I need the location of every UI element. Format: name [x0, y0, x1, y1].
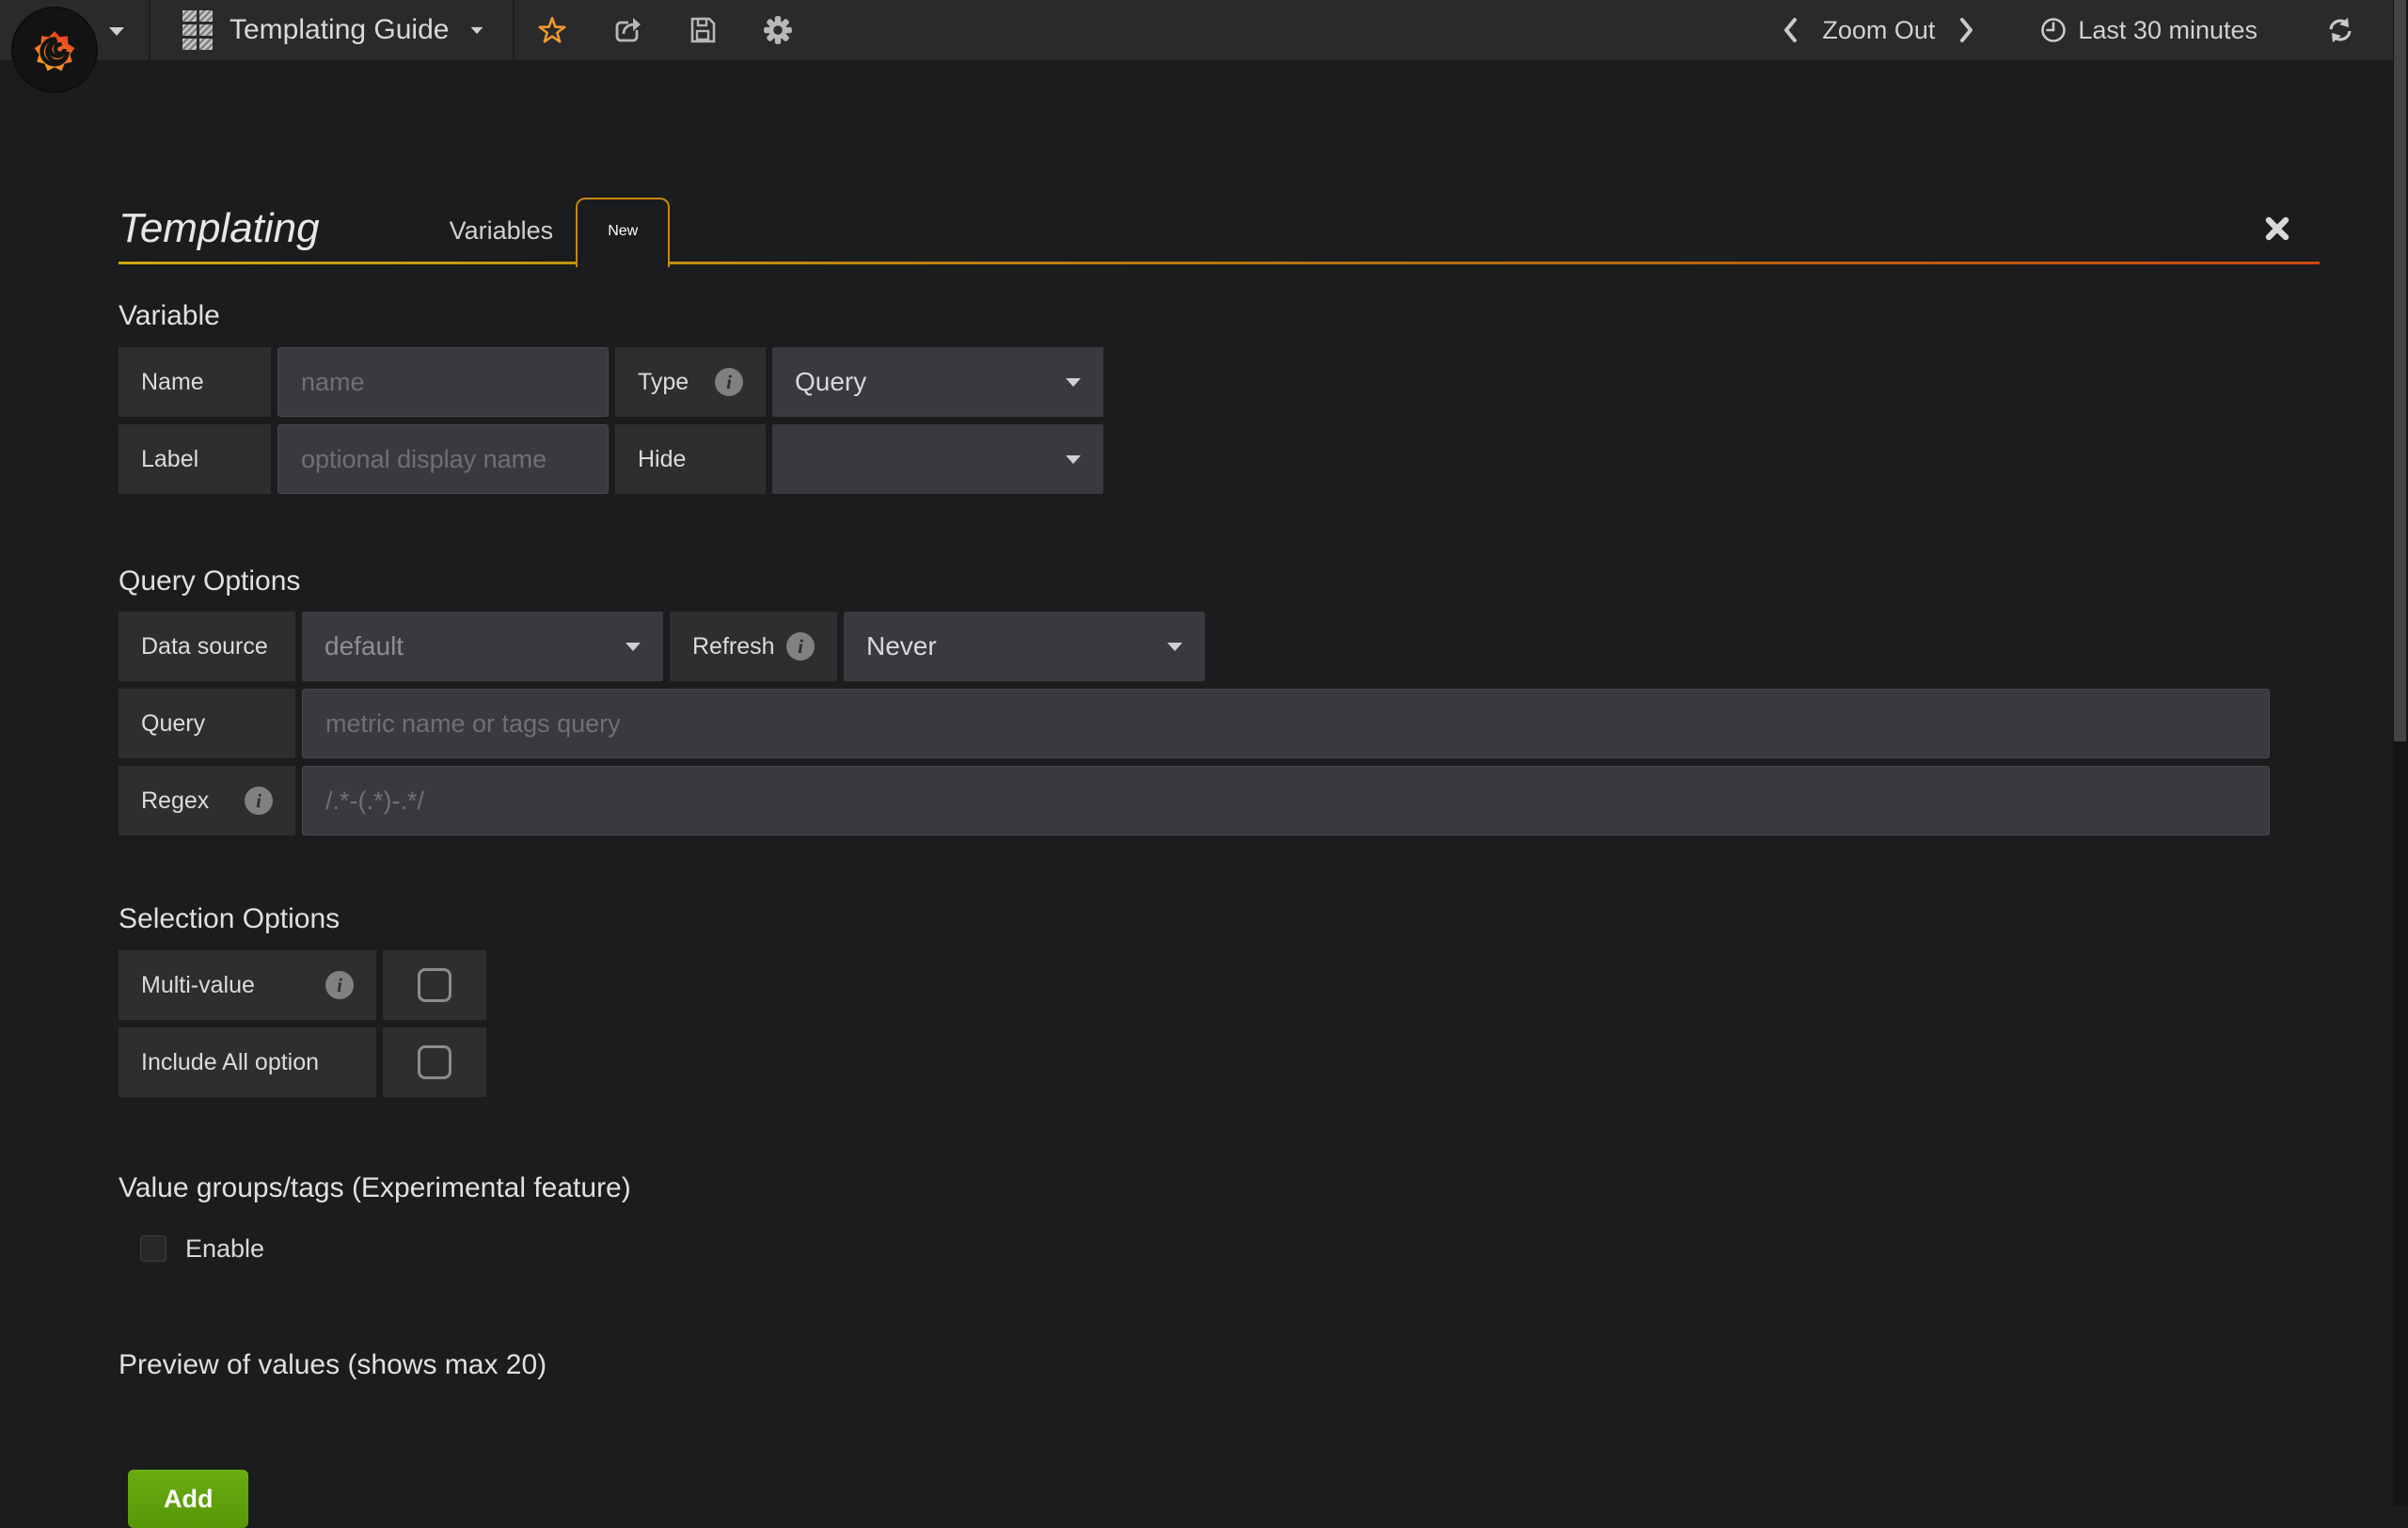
variable-row-1: Name Type i Query [119, 347, 2320, 417]
variable-row-2: Label Hide [119, 424, 2320, 494]
navbar: Templating Guide [0, 0, 2408, 60]
regex-label-text: Regex [141, 788, 209, 815]
query-options-heading: Query Options [119, 564, 2320, 599]
enable-label: Enable [185, 1234, 264, 1264]
grafana-menu-button[interactable] [0, 0, 149, 60]
type-label-text: Type [638, 369, 689, 396]
info-icon[interactable]: i [786, 632, 815, 661]
refresh-dashboard-button[interactable] [2280, 0, 2355, 60]
preview-heading: Preview of values (shows max 20) [119, 1347, 2320, 1383]
query-input[interactable] [302, 689, 2270, 758]
label-label: Label [119, 424, 271, 494]
enable-row[interactable]: Enable [140, 1233, 2320, 1265]
chevron-down-icon [1066, 378, 1081, 387]
chevron-down-icon [109, 27, 124, 36]
checkbox-icon [418, 968, 452, 1002]
include-all-checkbox[interactable] [383, 1027, 486, 1097]
page-title: Templating [119, 208, 320, 264]
info-icon[interactable]: i [245, 787, 273, 815]
hide-select[interactable] [772, 424, 1103, 494]
checkbox-icon [418, 1045, 452, 1079]
dashboard-settings-button[interactable] [740, 0, 816, 60]
grafana-logo-icon [24, 20, 85, 80]
refresh-select[interactable]: Never [844, 612, 1205, 681]
info-icon[interactable]: i [715, 368, 743, 396]
add-button[interactable]: Add [128, 1470, 248, 1528]
dashboard-title: Templating Guide [230, 14, 449, 46]
templating-header: Templating Variables New [119, 190, 2320, 264]
include-all-label: Include All option [119, 1027, 376, 1097]
type-select-value: Query [795, 367, 866, 397]
query-options-row-1: Data source default Refresh i Never [119, 612, 2320, 681]
time-range-picker[interactable]: Last 30 minutes [1999, 0, 2280, 60]
include-all-row: Include All option [119, 1027, 2320, 1097]
time-shift-forward-button[interactable] [1935, 0, 1999, 60]
tabs: Variables New [427, 198, 671, 264]
datasource-label: Data source [119, 612, 295, 681]
scrollbar-track[interactable] [2393, 0, 2408, 1505]
clock-icon [2040, 17, 2067, 43]
chevron-down-icon [471, 26, 483, 33]
close-button[interactable] [2261, 213, 2293, 245]
grafana-logo-icon [13, 8, 96, 91]
tab-new[interactable]: New [576, 198, 670, 267]
refresh-icon [2325, 15, 2355, 45]
variable-section-heading: Variable [119, 298, 2320, 334]
chevron-right-icon [1959, 17, 1974, 43]
save-dashboard-button[interactable] [665, 0, 740, 60]
label-input[interactable] [277, 424, 609, 494]
chevron-down-icon [626, 643, 641, 651]
name-input[interactable] [277, 347, 609, 417]
multi-value-label: Multi-value i [119, 950, 376, 1020]
datasource-select[interactable]: default [302, 612, 663, 681]
enable-checkbox[interactable] [140, 1235, 166, 1262]
hide-label: Hide [615, 424, 766, 494]
query-label: Query [119, 689, 295, 758]
type-select[interactable]: Query [772, 347, 1103, 417]
star-dashboard-button[interactable] [515, 0, 590, 60]
query-row: Query [119, 689, 2320, 758]
selection-options-heading: Selection Options [119, 901, 2320, 937]
save-icon [688, 15, 718, 45]
refresh-select-value: Never [866, 631, 937, 661]
chevron-down-icon [1066, 455, 1081, 464]
multi-value-label-text: Multi-value [141, 972, 255, 999]
templating-editor: Templating Variables New Variable Name T… [119, 190, 2320, 1528]
refresh-label: Refresh i [670, 612, 837, 681]
datasource-select-value: default [325, 631, 404, 661]
regex-label: Regex i [119, 766, 295, 836]
regex-input[interactable] [302, 766, 2270, 836]
time-shift-back-button[interactable] [1758, 0, 1822, 60]
dashboard-grid-icon [182, 10, 213, 50]
multi-value-checkbox[interactable] [383, 950, 486, 1020]
multi-value-row: Multi-value i [119, 950, 2320, 1020]
tab-variables[interactable]: Variables [427, 216, 577, 264]
star-icon [537, 15, 567, 45]
scrollbar-thumb[interactable] [2394, 0, 2406, 741]
type-label: Type i [615, 347, 766, 417]
zoom-out-button[interactable]: Zoom Out [1822, 16, 1935, 45]
share-dashboard-button[interactable] [590, 0, 665, 60]
refresh-label-text: Refresh [692, 633, 775, 661]
gear-icon [762, 14, 794, 46]
value-groups-heading: Value groups/tags (Experimental feature) [119, 1170, 2320, 1206]
time-range-label: Last 30 minutes [2078, 16, 2258, 45]
chevron-left-icon [1782, 17, 1798, 43]
info-icon[interactable]: i [325, 971, 354, 999]
time-controls: Zoom Out Last 30 minutes [1758, 0, 2355, 60]
dashboard-title-dropdown[interactable]: Templating Guide [150, 0, 513, 60]
chevron-down-icon [1167, 643, 1182, 651]
name-label: Name [119, 347, 271, 417]
share-icon [612, 15, 642, 45]
regex-row: Regex i [119, 766, 2320, 836]
close-icon [2263, 215, 2291, 243]
